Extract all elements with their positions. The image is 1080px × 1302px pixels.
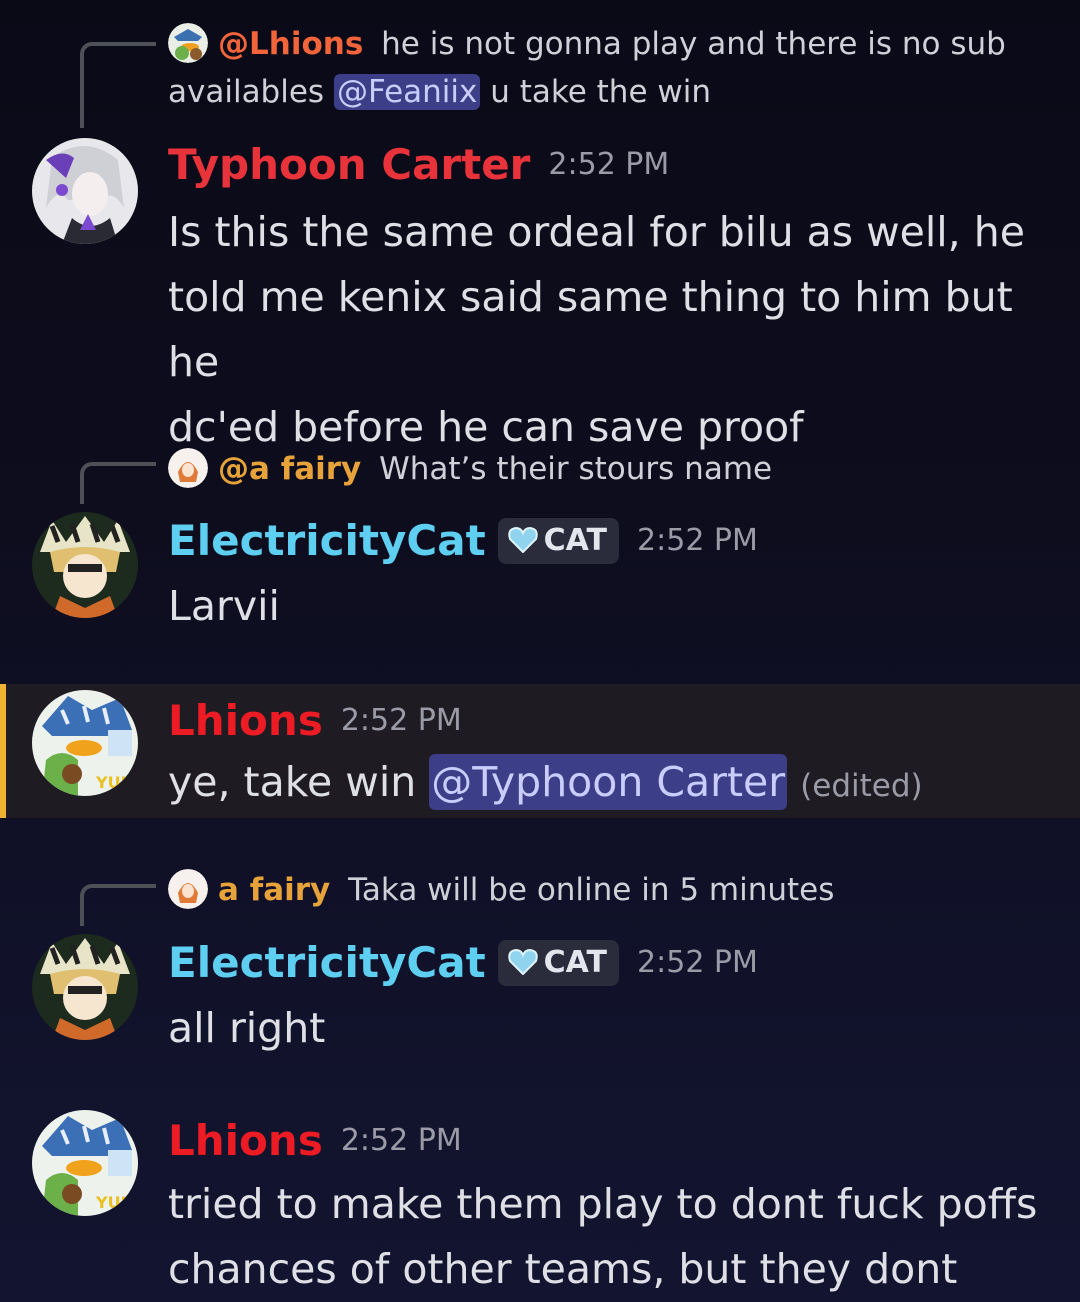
duck-avatar-icon: YUU xyxy=(32,690,138,796)
message-header: Typhoon Carter 2:52 PM xyxy=(168,140,669,200)
anime-girl-avatar-icon xyxy=(32,138,138,244)
message-line: chances of other teams, but they dont wa… xyxy=(168,1245,958,1293)
timestamp: 2:52 PM xyxy=(637,523,758,558)
message-line: told me kenix said same thing to him but… xyxy=(168,273,1013,386)
clan-tag-label: CAT xyxy=(543,522,608,558)
message-lhions[interactable]: YUU Lhions 2:52 PM tried to make them pla… xyxy=(0,1106,1080,1302)
avatar[interactable] xyxy=(32,934,138,1040)
username[interactable]: Lhions xyxy=(168,696,323,745)
heart-badge-icon xyxy=(507,948,538,975)
message-text: ye, take win xyxy=(168,758,430,806)
message-electricitycat[interactable]: @a fairy What’s their stours name Electr… xyxy=(0,440,1080,670)
heart-badge-icon xyxy=(507,526,538,553)
reply-reference[interactable]: a fairy Taka will be online in 5 minutes xyxy=(168,866,1060,914)
svg-text:YUU: YUU xyxy=(95,1193,134,1212)
chat-messages[interactable]: @Lhions he is not gonna play and there i… xyxy=(0,0,1080,1302)
message-typhoon-carter[interactable]: @Lhions he is not gonna play and there i… xyxy=(0,0,1080,451)
message-content: Is this the same ordeal for bilu as well… xyxy=(168,200,1050,460)
username[interactable]: ElectricityCat xyxy=(168,938,486,987)
message-content: tried to make them play to dont fuck pof… xyxy=(168,1172,1050,1302)
reply-connector xyxy=(80,884,156,926)
message-electricitycat[interactable]: a fairy Taka will be online in 5 minutes… xyxy=(0,862,1080,1092)
reply-text: Taka will be online in 5 minutes xyxy=(338,872,835,908)
reply-author[interactable]: @a fairy xyxy=(218,451,361,487)
edited-label: (edited) xyxy=(800,768,923,804)
cat-boy-avatar-icon xyxy=(32,512,138,618)
reply-reference[interactable]: @Lhions he is not gonna play and there i… xyxy=(168,20,1060,116)
avatar[interactable]: YUU xyxy=(32,690,138,796)
timestamp: 2:52 PM xyxy=(637,945,758,980)
duck-avatar-icon xyxy=(168,23,208,63)
cat-boy-avatar-icon xyxy=(32,934,138,1040)
svg-text:YUU: YUU xyxy=(95,773,134,792)
message-header: Lhions 2:52 PM xyxy=(168,696,462,756)
reply-text: What’s their stours name xyxy=(369,451,773,487)
fairy-avatar-icon xyxy=(168,869,208,909)
reply-reference[interactable]: @a fairy What’s their stours name xyxy=(168,445,1060,493)
timestamp: 2:52 PM xyxy=(340,1123,462,1158)
username[interactable]: Typhoon Carter xyxy=(168,140,530,189)
clan-tag-label: CAT xyxy=(543,944,608,980)
message-header: ElectricityCat CAT 2:52 PM xyxy=(168,516,758,576)
username[interactable]: ElectricityCat xyxy=(168,516,486,565)
reply-connector xyxy=(80,42,156,128)
clan-tag[interactable]: CAT xyxy=(497,939,620,986)
timestamp: 2:52 PM xyxy=(548,147,670,182)
message-content: Larvii xyxy=(168,582,280,630)
clan-tag[interactable]: CAT xyxy=(497,517,620,564)
reply-author[interactable]: a fairy xyxy=(218,872,330,908)
reply-connector xyxy=(80,462,156,504)
message-content: all right xyxy=(168,1004,326,1052)
duck-avatar-icon: YUU xyxy=(32,1110,138,1216)
message-lhions-highlighted[interactable]: YUU Lhions 2:52 PM ye, take win @Typhoon … xyxy=(0,684,1080,818)
reply-author[interactable]: @Lhions xyxy=(218,26,363,62)
message-header: ElectricityCat CAT 2:52 PM xyxy=(168,938,758,998)
fairy-avatar-icon xyxy=(168,448,208,488)
message-line: Is this the same ordeal for bilu as well… xyxy=(168,208,1025,256)
message-content: ye, take win @Typhoon Carter (edited) xyxy=(168,750,1050,819)
mention-typhoon-carter[interactable]: @Typhoon Carter xyxy=(429,754,788,810)
mention-feaniix[interactable]: @Feaniix xyxy=(333,74,481,110)
username[interactable]: Lhions xyxy=(168,1116,323,1165)
message-line: tried to make them play to dont fuck pof… xyxy=(168,1180,1038,1228)
avatar[interactable] xyxy=(32,512,138,618)
mention-highlight-bar xyxy=(0,684,6,818)
message-header: Lhions 2:52 PM xyxy=(168,1116,462,1176)
avatar[interactable]: YUU xyxy=(32,1110,138,1216)
avatar[interactable] xyxy=(32,138,138,244)
reply-text-end: u take the win xyxy=(480,74,711,110)
timestamp: 2:52 PM xyxy=(340,703,462,738)
